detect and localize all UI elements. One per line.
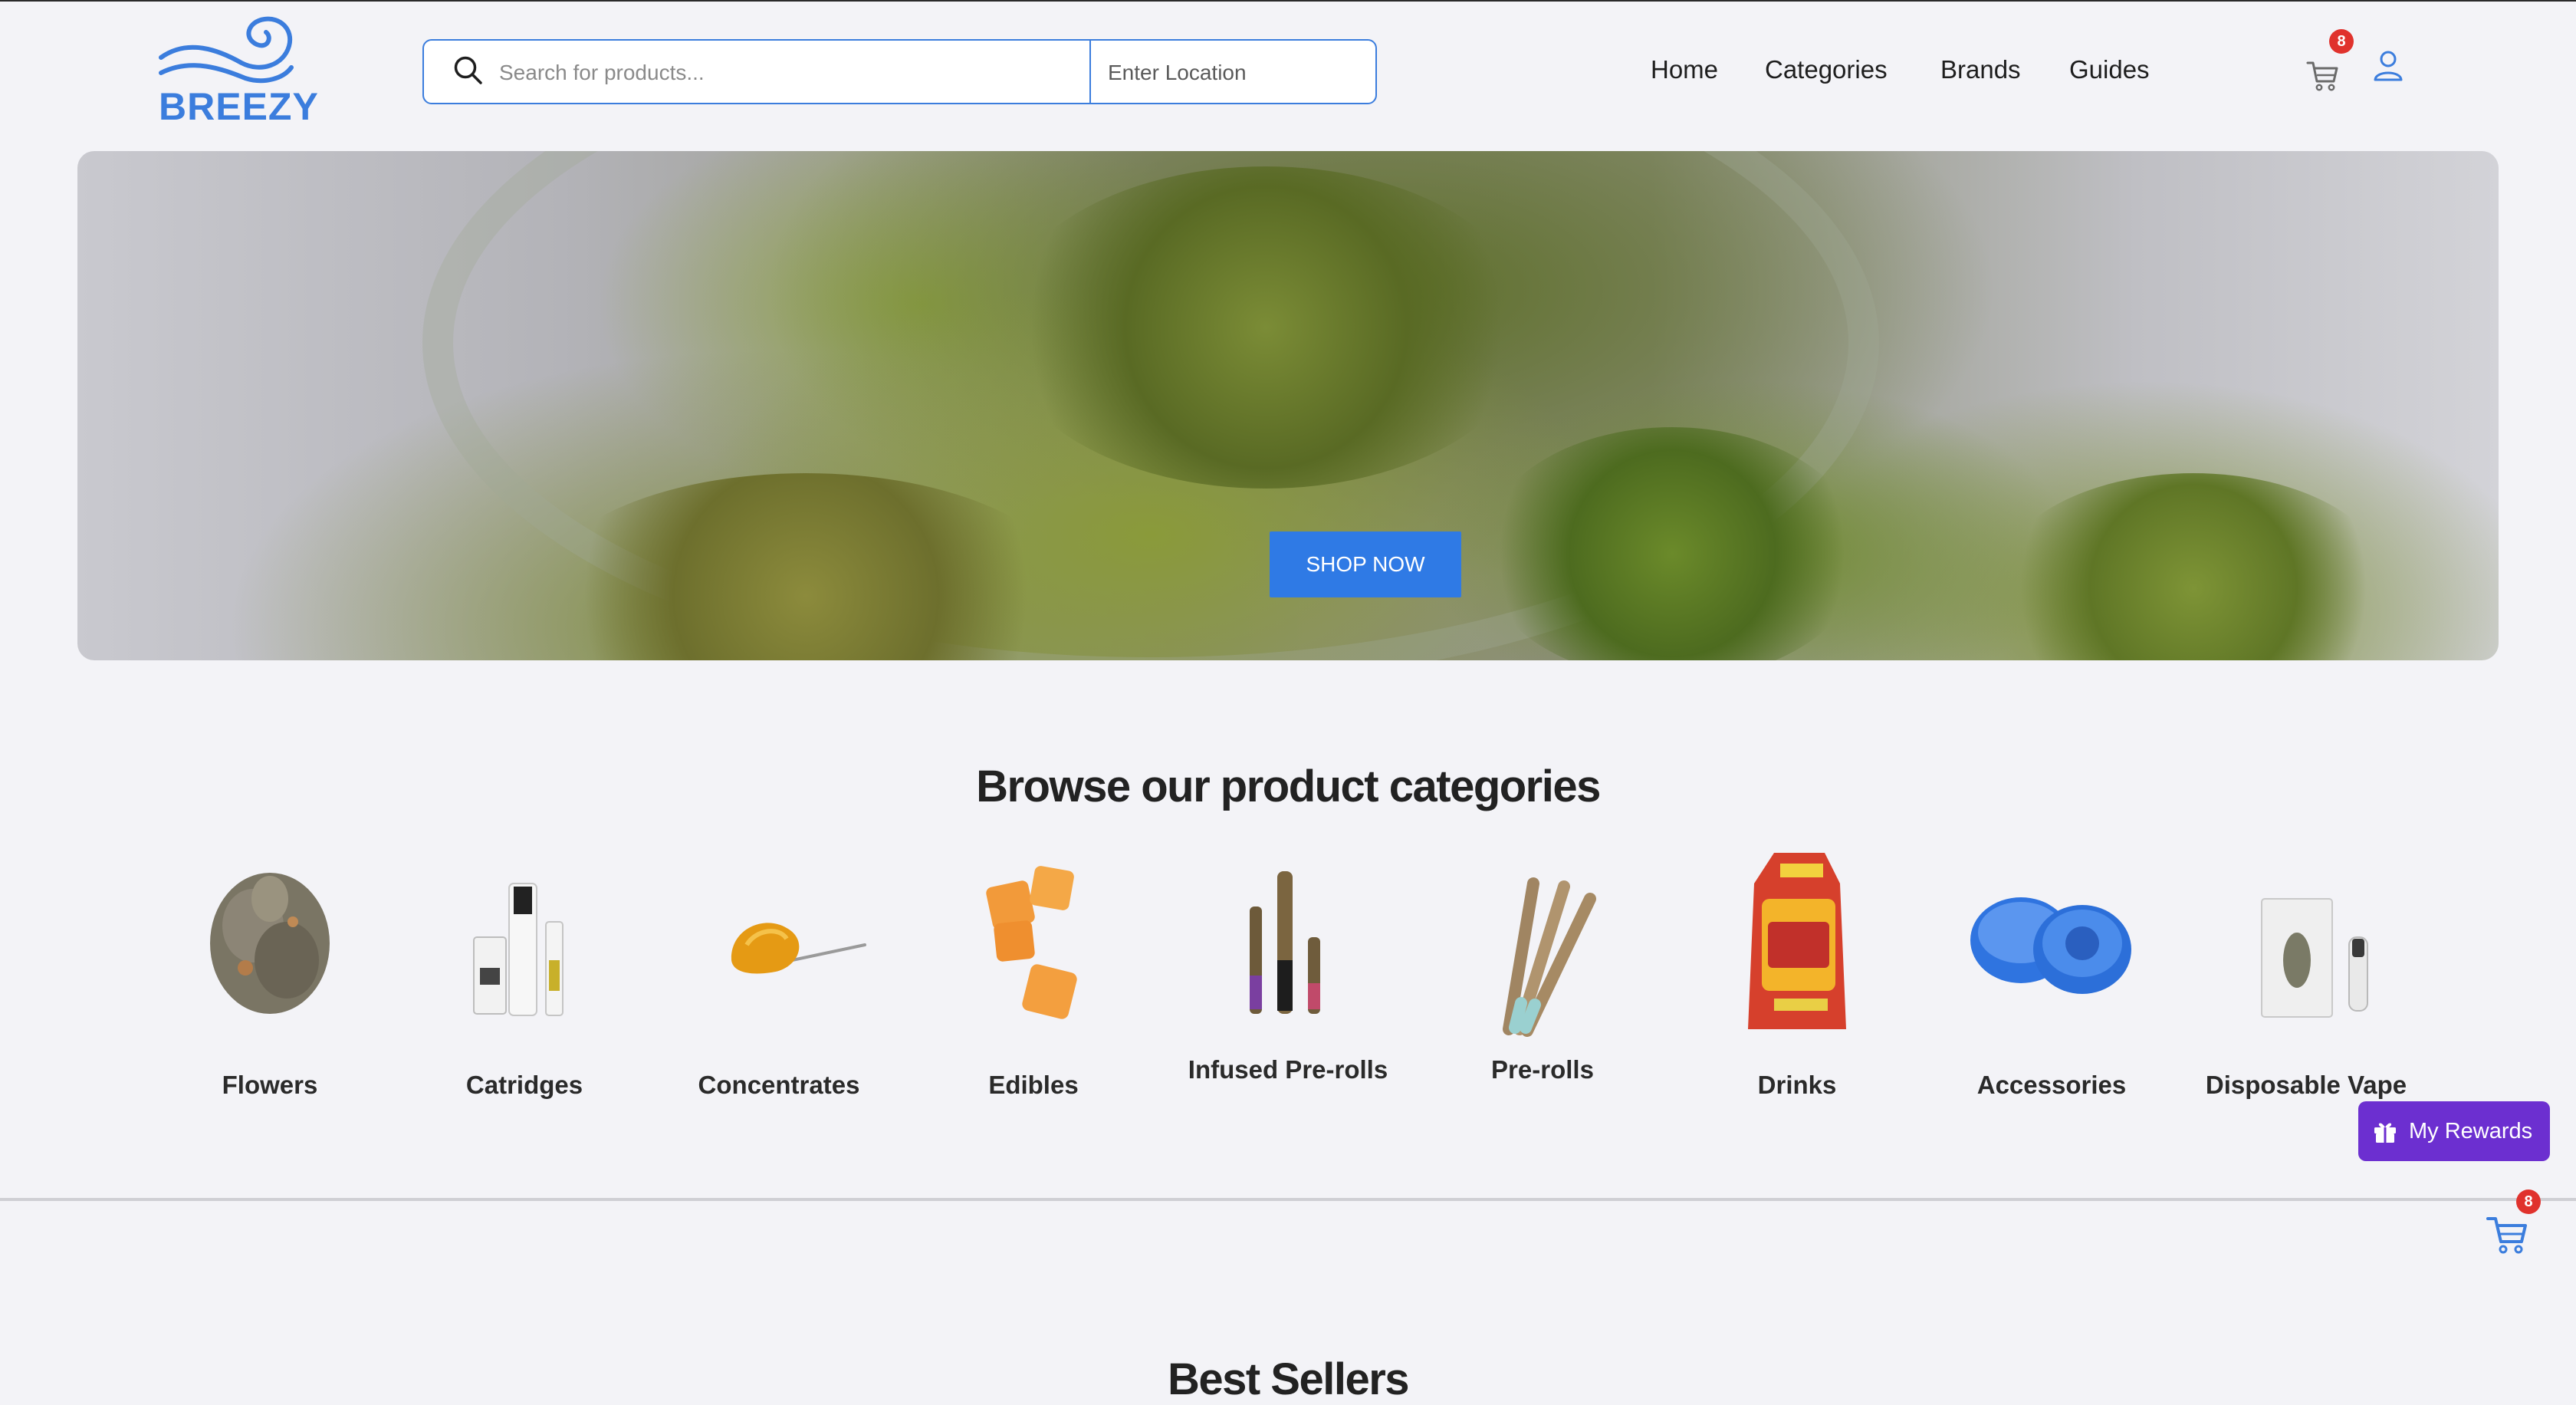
search-bar [422, 39, 1377, 104]
my-rewards-button[interactable]: My Rewards [2358, 1101, 2550, 1161]
infused-pre-roll-image [1250, 871, 1320, 1014]
hero-banner: SHOP NOW [77, 151, 2499, 660]
cart-icon [2306, 61, 2338, 91]
hero-bud [1994, 473, 2393, 660]
product-search [424, 41, 1091, 103]
category-label: Accessories [1976, 1071, 2127, 1099]
top-border [0, 0, 2576, 2]
nav-home[interactable]: Home [1651, 55, 1718, 84]
drink-pouch-image [1748, 853, 1846, 1029]
nav-categories[interactable]: Categories [1765, 55, 1888, 84]
gift-icon [2374, 1123, 2396, 1143]
my-rewards-label: My Rewards [2409, 1118, 2533, 1143]
header-cart-button[interactable]: 8 [2305, 29, 2354, 94]
cart-count-badge: 8 [2516, 1189, 2541, 1214]
cart-count-badge: 8 [2329, 29, 2354, 54]
hero-bud [997, 166, 1534, 489]
user-icon[interactable] [2371, 49, 2405, 83]
location-input[interactable] [1106, 41, 1370, 103]
grinder-image [1970, 897, 2131, 994]
floating-cart-button[interactable]: 8 [2486, 1189, 2541, 1255]
category-label: Pre-rolls [1491, 1055, 1594, 1084]
category-label: Flowers [222, 1071, 318, 1099]
category-label: Disposable Vape [2205, 1071, 2407, 1099]
breezy-logo[interactable]: BREEZY [150, 15, 318, 130]
flower-bud-image [210, 873, 330, 1014]
category-label: Infused Pre-rolls [1188, 1055, 1388, 1084]
category-label: Catridges [465, 1071, 583, 1099]
logo-text: BREEZY [159, 85, 319, 128]
section-divider [0, 1198, 2576, 1201]
search-icon[interactable] [452, 54, 485, 87]
category-label: Edibles [988, 1071, 1079, 1099]
best-sellers-title: Best Sellers [1167, 1354, 1410, 1404]
wave-logo-icon [159, 16, 294, 84]
nav-brands[interactable]: Brands [1940, 55, 2021, 84]
edibles-image [986, 866, 1077, 1019]
categories-title: Browse our product categories [976, 762, 1601, 811]
nav-guides[interactable]: Guides [2069, 55, 2150, 84]
cartridge-image [473, 883, 564, 1016]
location-search [1091, 41, 1375, 103]
category-label: Drinks [1757, 1071, 1837, 1099]
pre-roll-image [1503, 877, 1596, 1037]
search-input[interactable] [498, 41, 1068, 103]
shop-now-button[interactable]: SHOP NOW [1270, 531, 1461, 597]
cart-icon [2486, 1217, 2527, 1254]
disposable-vape-image [2261, 898, 2368, 1018]
concentrate-image [731, 923, 866, 974]
category-label: Concentrates [698, 1071, 860, 1099]
